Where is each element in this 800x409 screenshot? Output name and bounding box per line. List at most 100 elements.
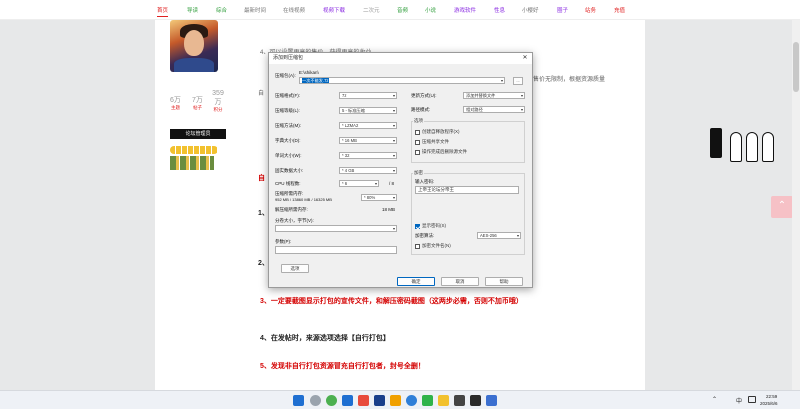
search-icon[interactable] xyxy=(310,395,321,406)
options-group-title: 选项 xyxy=(413,118,424,124)
start-icon[interactable] xyxy=(293,395,304,406)
nav-item-sakura[interactable]: 小樱好 xyxy=(522,6,539,14)
decomp-value: 18 MB xyxy=(382,207,396,212)
side-illustration xyxy=(708,122,778,162)
word-select[interactable]: * 32 ▾ xyxy=(339,152,397,159)
method-value: * LZMA2 xyxy=(342,123,359,128)
archive-label: 压缩包(A): xyxy=(275,73,296,78)
checkbox[interactable] xyxy=(415,129,420,135)
stat-value: 359万 xyxy=(212,90,224,106)
ok-button[interactable]: 确定 xyxy=(397,277,435,286)
checkbox-label: 显示密码(S) xyxy=(422,223,446,228)
archive-name-combo[interactable]: 一次不能发.7z ▾ xyxy=(299,77,505,84)
stat-label: 积分 xyxy=(213,107,223,112)
app-icon[interactable] xyxy=(406,395,417,406)
level-select[interactable]: 5 - 标准压缩 ▾ xyxy=(339,107,397,114)
chevron-down-icon: ▾ xyxy=(392,123,395,128)
app-icon[interactable] xyxy=(486,395,497,406)
chevron-down-icon: ▾ xyxy=(500,78,503,83)
archive-path: E:\shikan\ xyxy=(299,70,319,75)
password-input[interactable]: 上帝王论坛分帝王 xyxy=(415,186,519,194)
scrollbar-thumb[interactable] xyxy=(793,42,799,92)
dict-select[interactable]: * 16 MB ▾ xyxy=(339,137,397,144)
help-button[interactable]: 帮助 xyxy=(485,277,523,286)
tray-expand-icon[interactable]: ⌃ xyxy=(712,396,717,403)
nav-item-novel[interactable]: 小说 xyxy=(425,6,436,14)
nav-item-latest[interactable]: 最新时间 xyxy=(244,6,266,14)
checkbox[interactable] xyxy=(415,149,420,155)
folder-icon[interactable] xyxy=(390,395,401,406)
nav-item-anime[interactable]: 二次元 xyxy=(363,6,380,14)
checkbox[interactable] xyxy=(415,139,420,145)
app-icon[interactable] xyxy=(470,395,481,406)
split-select[interactable]: ▾ xyxy=(275,225,397,232)
app-icon[interactable] xyxy=(358,395,369,406)
chevron-down-icon: ▾ xyxy=(392,153,395,158)
cpu-total: / 8 xyxy=(389,181,395,186)
nav-item-guide[interactable]: 导读 xyxy=(187,6,198,14)
option-delete[interactable]: 操作完成后删除源文件 xyxy=(415,149,467,155)
update-select[interactable]: 添加并替换文件 ▾ xyxy=(463,92,525,99)
cartoon-figure xyxy=(746,132,758,162)
app-icon[interactable] xyxy=(438,395,449,406)
cancel-button[interactable]: 取消 xyxy=(441,277,479,286)
cpu-label: CPU 线程数: xyxy=(275,181,301,186)
nav-item-recharge[interactable]: 充值 xyxy=(614,6,625,14)
page-scrollbar[interactable] xyxy=(792,20,800,390)
avatar-face xyxy=(184,30,204,56)
options-button[interactable]: 选项 xyxy=(281,264,309,273)
solid-select[interactable]: * 4 GB ▾ xyxy=(339,167,397,174)
stat-posts[interactable]: 7万 帖子 xyxy=(192,95,203,111)
app-icon[interactable] xyxy=(454,395,465,406)
back-to-top-button[interactable]: ⌃ xyxy=(771,196,793,218)
nav-item-video-download[interactable]: 视频下载 xyxy=(323,6,345,14)
stat-label: 主题 xyxy=(170,105,180,110)
nav-item-general[interactable]: 综合 xyxy=(216,6,227,14)
app-icon[interactable] xyxy=(374,395,385,406)
dict-value: * 16 MB xyxy=(342,138,357,143)
method-select[interactable]: * LZMA2 ▾ xyxy=(339,122,397,129)
encrypt-method-select[interactable]: AES-256 ▾ xyxy=(477,232,521,239)
nav-item-online-video[interactable]: 在线视频 xyxy=(283,6,305,14)
dict-label: 字典大小(D): xyxy=(275,138,301,143)
app-icon[interactable] xyxy=(342,395,353,406)
article-fragment: 自 xyxy=(258,91,265,97)
stat-topics[interactable]: 6万 主题 xyxy=(170,95,181,111)
user-avatar[interactable] xyxy=(170,20,218,72)
clock-time[interactable]: 22:59 xyxy=(766,394,777,399)
network-icon[interactable] xyxy=(748,396,756,403)
nav-item-games[interactable]: 游戏软件 xyxy=(454,6,476,14)
coin-medals xyxy=(170,146,218,154)
checkbox[interactable] xyxy=(415,223,420,229)
checkbox[interactable] xyxy=(415,243,420,249)
clock-date[interactable]: 2025/6/6 xyxy=(760,401,778,406)
mem-percent-select[interactable]: * 80% ▾ xyxy=(361,194,397,201)
top-nav: 首页 导读 综合 最新时间 在线视频 视频下载 二次元 音频 小说 游戏软件 性… xyxy=(0,0,800,20)
article-line-5: 5、发现非自行打包资源冒充自行打包者，封号全删！ xyxy=(260,361,425,371)
close-icon[interactable]: ✕ xyxy=(520,54,530,63)
encrypt-filenames[interactable]: 加密文件名(N) xyxy=(415,243,451,249)
nav-item-circle[interactable]: 圈子 xyxy=(557,6,568,14)
path-select[interactable]: 相对路径 ▾ xyxy=(463,106,525,113)
params-input[interactable] xyxy=(275,246,397,254)
nav-item-home[interactable]: 首页 xyxy=(157,6,169,17)
option-shared[interactable]: 压缩共享文件 xyxy=(415,139,449,145)
checkbox-label: 操作完成后删除源文件 xyxy=(422,149,467,154)
nav-item-site[interactable]: 站务 xyxy=(585,6,596,14)
cartoon-figure xyxy=(730,132,742,162)
app-icon[interactable] xyxy=(422,395,433,406)
params-label: 参数(P): xyxy=(275,239,292,244)
browse-button[interactable]: ... xyxy=(513,77,523,85)
browser-icon[interactable] xyxy=(326,395,337,406)
mem-percent-value: * 80% xyxy=(364,195,376,200)
nav-item-info[interactable]: 性息 xyxy=(494,6,505,14)
format-select[interactable]: 7z ▾ xyxy=(339,92,397,99)
input-language[interactable]: 中 xyxy=(736,396,742,405)
chevron-down-icon: ▾ xyxy=(516,233,519,238)
stat-points[interactable]: 359万 积分 xyxy=(211,90,225,113)
show-password[interactable]: 显示密码(S) xyxy=(415,223,446,229)
cpu-select[interactable]: * 6 ▾ xyxy=(339,180,379,187)
nav-item-audio[interactable]: 音频 xyxy=(397,6,408,14)
stat-value: 7万 xyxy=(192,97,203,104)
option-sfx[interactable]: 创建自释放程序(X) xyxy=(415,129,460,135)
